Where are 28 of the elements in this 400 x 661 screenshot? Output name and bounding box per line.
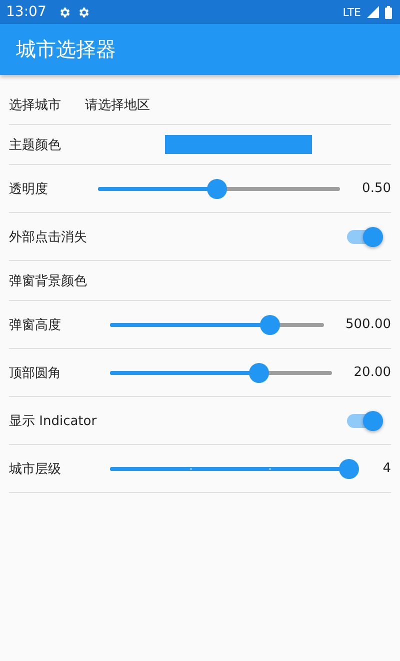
setting-label: 主题颜色 xyxy=(9,136,61,154)
slider-thumb[interactable] xyxy=(206,178,227,198)
signal-icon xyxy=(367,6,379,18)
app-title: 城市选择器 xyxy=(16,36,116,63)
setting-label: 顶部圆角 xyxy=(9,364,61,382)
setting-label: 弹窗高度 xyxy=(9,316,61,334)
setting-label: 弹窗背景颜色 xyxy=(9,272,87,290)
setting-label: 选择城市 xyxy=(9,96,61,114)
toggle-switch[interactable] xyxy=(347,226,383,246)
slider-thumb[interactable] xyxy=(260,314,280,334)
color-swatch[interactable] xyxy=(165,135,312,154)
slider-value: 20.00 xyxy=(354,365,391,380)
setting-label: 显示 Indicator xyxy=(9,412,97,430)
settings-icon xyxy=(58,6,72,18)
setting-label: 透明度 xyxy=(9,180,48,198)
network-type: LTE xyxy=(342,6,361,18)
settings-icon xyxy=(77,6,90,18)
toggle-switch[interactable] xyxy=(347,410,383,430)
slider-value: 0.50 xyxy=(362,181,391,196)
setting-label: 城市层级 xyxy=(9,460,61,478)
battery-icon xyxy=(385,6,392,18)
slider-value: 500.00 xyxy=(346,317,391,332)
region-picker[interactable]: 请选择地区 xyxy=(85,96,150,114)
slider-thumb[interactable] xyxy=(339,458,359,478)
status-time: 13:07 xyxy=(6,4,46,20)
setting-label: 外部点击消失 xyxy=(9,228,87,246)
slider-value: 4 xyxy=(382,461,391,476)
slider-thumb[interactable] xyxy=(248,362,269,382)
